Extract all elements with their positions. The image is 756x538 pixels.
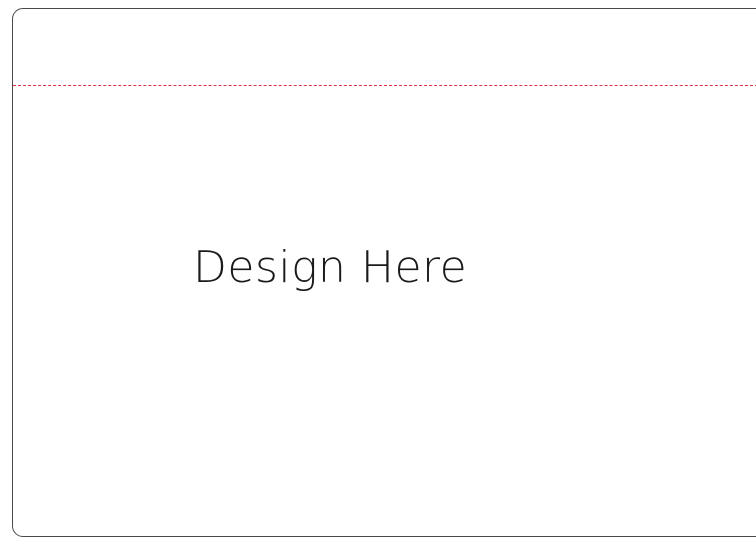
design-here-placeholder[interactable]: Design Here [193,242,467,295]
safe-zone-guide-line [13,85,756,86]
design-canvas[interactable]: Design Here [12,8,756,537]
design-page: Design Here [0,0,756,538]
